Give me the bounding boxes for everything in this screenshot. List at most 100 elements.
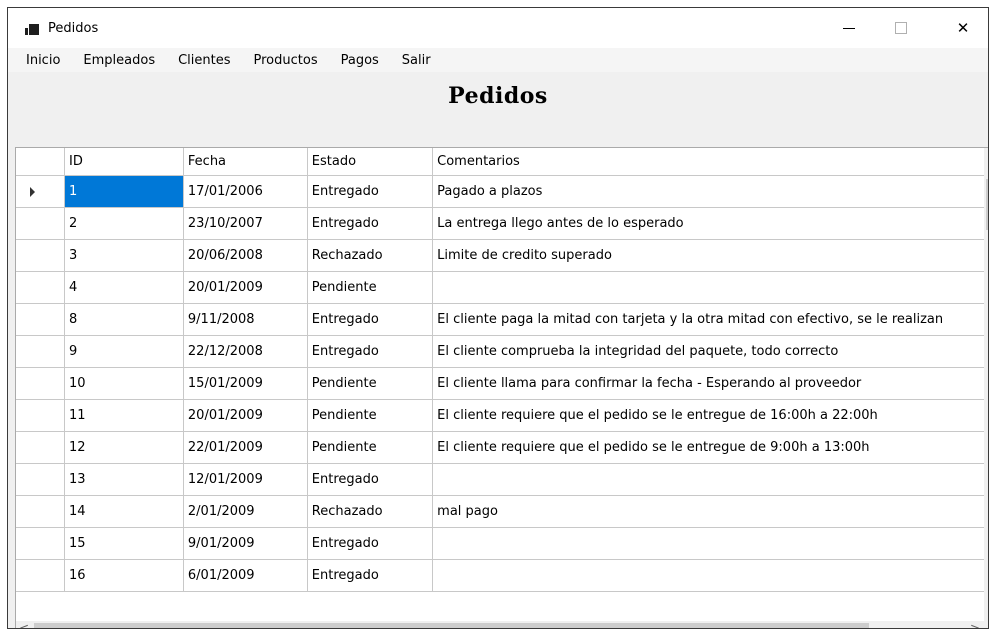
cell-comentarios[interactable]: Pagado a plazos: [432, 175, 988, 208]
table-row[interactable]: 10 15/01/2009 Pendiente El cliente llama pa…: [16, 367, 988, 400]
row-header[interactable]: [16, 495, 65, 528]
row-header[interactable]: [16, 431, 65, 464]
cell-id[interactable]: 15: [64, 527, 184, 560]
row-header[interactable]: [16, 335, 65, 368]
close-button[interactable]: ✕: [940, 8, 986, 48]
cell-comentarios[interactable]: mal pago: [432, 495, 988, 528]
cell-id[interactable]: 12: [64, 431, 184, 464]
cell-fecha[interactable]: 22/12/2008: [183, 335, 308, 368]
scroll-right-icon[interactable]: >: [970, 621, 980, 628]
cell-id[interactable]: 3: [64, 239, 184, 272]
table-row[interactable]: 2 23/10/2007 Entregado La entrega llego ant…: [16, 207, 988, 240]
cell-comentarios[interactable]: El cliente requiere que el pedido se le …: [432, 431, 988, 464]
cell-fecha[interactable]: 9/11/2008: [183, 303, 308, 336]
menu-salir[interactable]: Salir: [390, 53, 442, 68]
minimize-button[interactable]: [826, 8, 872, 48]
table-row[interactable]: 14 2/01/2009 Rechazado mal pago: [16, 495, 988, 528]
row-header[interactable]: [16, 559, 65, 592]
cell-comentarios[interactable]: El cliente requiere que el pedido se le …: [432, 399, 988, 432]
cell-estado[interactable]: Entregado: [307, 175, 434, 208]
cell-estado[interactable]: Pendiente: [307, 271, 434, 304]
cell-id[interactable]: 8: [64, 303, 184, 336]
cell-comentarios[interactable]: [432, 559, 988, 592]
cell-id[interactable]: 14: [64, 495, 184, 528]
row-header[interactable]: [16, 367, 65, 400]
title-bar[interactable]: Pedidos ✕: [8, 8, 988, 48]
row-header[interactable]: [16, 175, 65, 208]
cell-fecha[interactable]: 2/01/2009: [183, 495, 308, 528]
table-row[interactable]: 11 20/01/2009 Pendiente El cliente requiere…: [16, 399, 988, 432]
table-row[interactable]: 4 20/01/2009 Pendiente: [16, 271, 988, 304]
row-header[interactable]: [16, 399, 65, 432]
cell-fecha[interactable]: 20/01/2009: [183, 271, 308, 304]
cell-comentarios[interactable]: Limite de credito superado: [432, 239, 988, 272]
menu-inicio[interactable]: Inicio: [14, 53, 71, 68]
corner-header[interactable]: [16, 148, 65, 176]
table-row[interactable]: 16 6/01/2009 Entregado: [16, 559, 988, 592]
cell-estado[interactable]: Pendiente: [307, 367, 434, 400]
row-header[interactable]: [16, 303, 65, 336]
table-row[interactable]: 12 22/01/2009 Pendiente El cliente requiere…: [16, 431, 988, 464]
table-row[interactable]: 1 17/01/2006 Entregado Pagado a plazos: [16, 175, 988, 208]
cell-estado[interactable]: Entregado: [307, 527, 434, 560]
cell-comentarios[interactable]: El cliente llama para confirmar la fecha…: [432, 367, 988, 400]
cell-estado[interactable]: Pendiente: [307, 399, 434, 432]
column-header-fecha[interactable]: Fecha: [183, 148, 308, 176]
row-header[interactable]: [16, 207, 65, 240]
table-row[interactable]: 15 9/01/2009 Entregado: [16, 527, 988, 560]
cell-estado[interactable]: Pendiente: [307, 431, 434, 464]
vertical-scroll-thumb[interactable]: [986, 179, 988, 230]
cell-estado[interactable]: Entregado: [307, 463, 434, 496]
scroll-up-icon[interactable]: ^: [984, 150, 989, 163]
column-header-comentarios[interactable]: Comentarios: [432, 148, 988, 176]
scroll-down-icon[interactable]: ⌄: [984, 607, 989, 620]
row-header[interactable]: [16, 239, 65, 272]
cell-fecha[interactable]: 12/01/2009: [183, 463, 308, 496]
cell-id[interactable]: 9: [64, 335, 184, 368]
orders-data-grid[interactable]: ID Fecha Estado Comentarios 1 17/01/2006 E…: [15, 147, 989, 628]
menu-productos[interactable]: Productos: [242, 53, 329, 68]
menu-clientes[interactable]: Clientes: [166, 53, 241, 68]
cell-comentarios[interactable]: El cliente paga la mitad con tarjeta y l…: [432, 303, 988, 336]
row-header[interactable]: [16, 527, 65, 560]
table-row[interactable]: 3 20/06/2008 Rechazado Limite de credito su…: [16, 239, 988, 272]
row-header[interactable]: [16, 271, 65, 304]
cell-comentarios[interactable]: El cliente comprueba la integridad del p…: [432, 335, 988, 368]
cell-fecha[interactable]: 6/01/2009: [183, 559, 308, 592]
table-row[interactable]: 9 22/12/2008 Entregado El cliente comprueba…: [16, 335, 988, 368]
vertical-scrollbar[interactable]: ^ ⌄: [984, 148, 989, 622]
maximize-button[interactable]: [878, 8, 924, 48]
cell-fecha[interactable]: 22/01/2009: [183, 431, 308, 464]
row-header[interactable]: [16, 463, 65, 496]
cell-fecha[interactable]: 20/06/2008: [183, 239, 308, 272]
cell-fecha[interactable]: 9/01/2009: [183, 527, 308, 560]
cell-comentarios[interactable]: [432, 271, 988, 304]
cell-estado[interactable]: Entregado: [307, 559, 434, 592]
horizontal-scroll-thumb[interactable]: [34, 623, 869, 628]
cell-id[interactable]: 13: [64, 463, 184, 496]
cell-fecha[interactable]: 23/10/2007: [183, 207, 308, 240]
cell-id[interactable]: 16: [64, 559, 184, 592]
menu-pagos[interactable]: Pagos: [329, 53, 390, 68]
cell-id[interactable]: 4: [64, 271, 184, 304]
cell-comentarios[interactable]: [432, 527, 988, 560]
cell-estado[interactable]: Entregado: [307, 335, 434, 368]
menu-empleados[interactable]: Empleados: [71, 53, 166, 68]
cell-id[interactable]: 11: [64, 399, 184, 432]
scroll-left-icon[interactable]: <: [19, 621, 29, 628]
column-header-estado[interactable]: Estado: [307, 148, 434, 176]
cell-id[interactable]: 1: [64, 175, 184, 208]
table-row[interactable]: 13 12/01/2009 Entregado: [16, 463, 988, 496]
cell-estado[interactable]: Entregado: [307, 207, 434, 240]
column-header-id[interactable]: ID: [64, 148, 184, 176]
cell-estado[interactable]: Entregado: [307, 303, 434, 336]
cell-fecha[interactable]: 20/01/2009: [183, 399, 308, 432]
horizontal-scrollbar[interactable]: < >: [16, 621, 984, 628]
cell-id[interactable]: 2: [64, 207, 184, 240]
cell-estado[interactable]: Rechazado: [307, 495, 434, 528]
cell-fecha[interactable]: 15/01/2009: [183, 367, 308, 400]
cell-comentarios[interactable]: [432, 463, 988, 496]
cell-estado[interactable]: Rechazado: [307, 239, 434, 272]
cell-comentarios[interactable]: La entrega llego antes de lo esperado: [432, 207, 988, 240]
cell-id[interactable]: 10: [64, 367, 184, 400]
